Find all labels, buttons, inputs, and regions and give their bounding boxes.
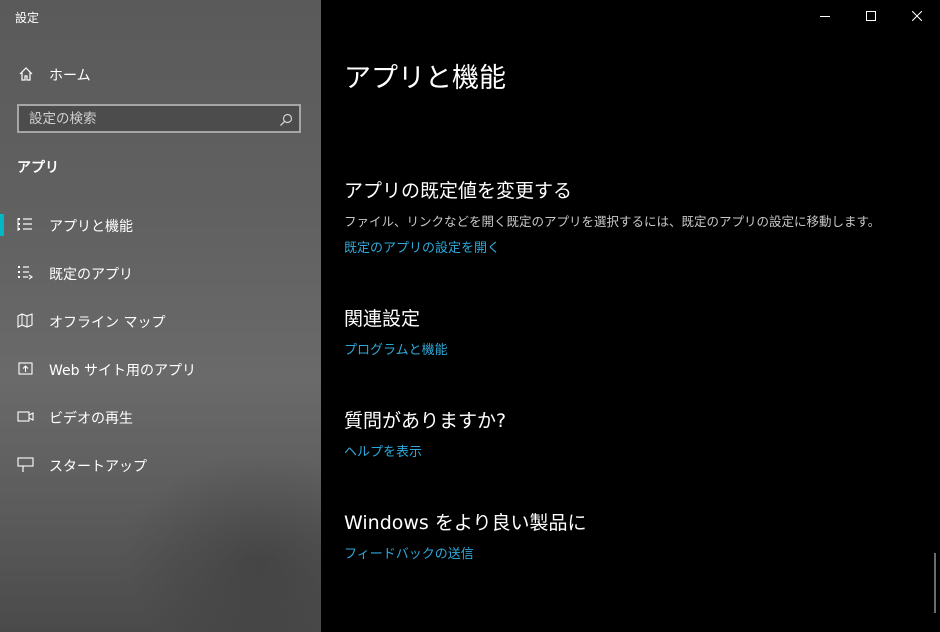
main-content: アプリと機能 アプリの既定値を変更する ファイル、リンクなどを開く既定のアプリを… — [321, 0, 940, 632]
video-icon — [17, 408, 34, 425]
close-button[interactable] — [894, 0, 940, 32]
minimize-button[interactable] — [802, 0, 848, 32]
settings-window: 設定 ホーム アプリ — [0, 0, 940, 632]
sidebar-item-label: アプリと機能 — [49, 219, 133, 235]
startup-icon — [17, 456, 34, 473]
sidebar-item-video-playback[interactable]: ビデオの再生 — [0, 397, 321, 437]
home-icon — [18, 66, 34, 82]
page-title: アプリと機能 — [344, 63, 506, 94]
sidebar-item-default-apps[interactable]: 既定のアプリ — [0, 253, 321, 293]
section-heading: 質問がありますか? — [344, 410, 507, 432]
scrollbar[interactable] — [934, 553, 936, 613]
map-icon — [17, 312, 34, 329]
section-default-apps: アプリの既定値を変更する ファイル、リンクなどを開く既定のアプリを選択するには、… — [344, 176, 880, 256]
section-heading: Windows をより良い製品に — [344, 512, 587, 534]
section-description: ファイル、リンクなどを開く既定のアプリを選択するには、既定のアプリの設定に移動し… — [344, 214, 881, 229]
sidebar-item-label: Web サイト用のアプリ — [49, 363, 196, 379]
apps-list-icon — [17, 216, 34, 233]
sidebar-item-label: スタートアップ — [49, 459, 147, 475]
section-feedback: Windows をより良い製品に フィードバックの送信 — [344, 508, 586, 562]
sidebar: 設定 ホーム アプリ — [0, 0, 321, 632]
selection-indicator — [0, 214, 4, 236]
section-questions: 質問がありますか? ヘルプを表示 — [344, 406, 506, 460]
open-default-apps-link[interactable]: 既定のアプリの設定を開く — [344, 237, 500, 256]
section-related-settings: 関連設定 プログラムと機能 — [344, 304, 448, 358]
minimize-icon — [820, 16, 830, 17]
maximize-icon — [866, 11, 876, 21]
sidebar-item-offline-maps[interactable]: オフライン マップ — [0, 301, 321, 341]
close-icon — [912, 11, 922, 21]
search-input[interactable] — [19, 106, 279, 131]
home-label: ホーム — [49, 68, 91, 84]
sidebar-item-label: ビデオの再生 — [49, 411, 133, 427]
open-external-icon — [17, 360, 34, 377]
search-box[interactable] — [17, 104, 301, 133]
default-apps-icon — [17, 264, 34, 281]
sidebar-item-label: 既定のアプリ — [49, 267, 133, 283]
window-title: 設定 — [15, 11, 40, 25]
section-heading: アプリの既定値を変更する — [344, 180, 573, 202]
sidebar-item-apps-for-websites[interactable]: Web サイト用のアプリ — [0, 349, 321, 389]
get-help-link[interactable]: ヘルプを表示 — [344, 441, 422, 460]
home-button[interactable]: ホーム — [0, 58, 321, 90]
section-title: アプリ — [17, 160, 59, 176]
give-feedback-link[interactable]: フィードバックの送信 — [344, 543, 474, 562]
sidebar-item-label: オフライン マップ — [49, 315, 166, 331]
section-heading: 関連設定 — [344, 308, 421, 330]
search-icon[interactable] — [279, 112, 293, 126]
window-controls — [802, 0, 940, 32]
programs-and-features-link[interactable]: プログラムと機能 — [344, 339, 448, 358]
sidebar-item-apps-features[interactable]: アプリと機能 — [0, 205, 321, 245]
maximize-button[interactable] — [848, 0, 894, 32]
sidebar-item-startup[interactable]: スタートアップ — [0, 445, 321, 485]
